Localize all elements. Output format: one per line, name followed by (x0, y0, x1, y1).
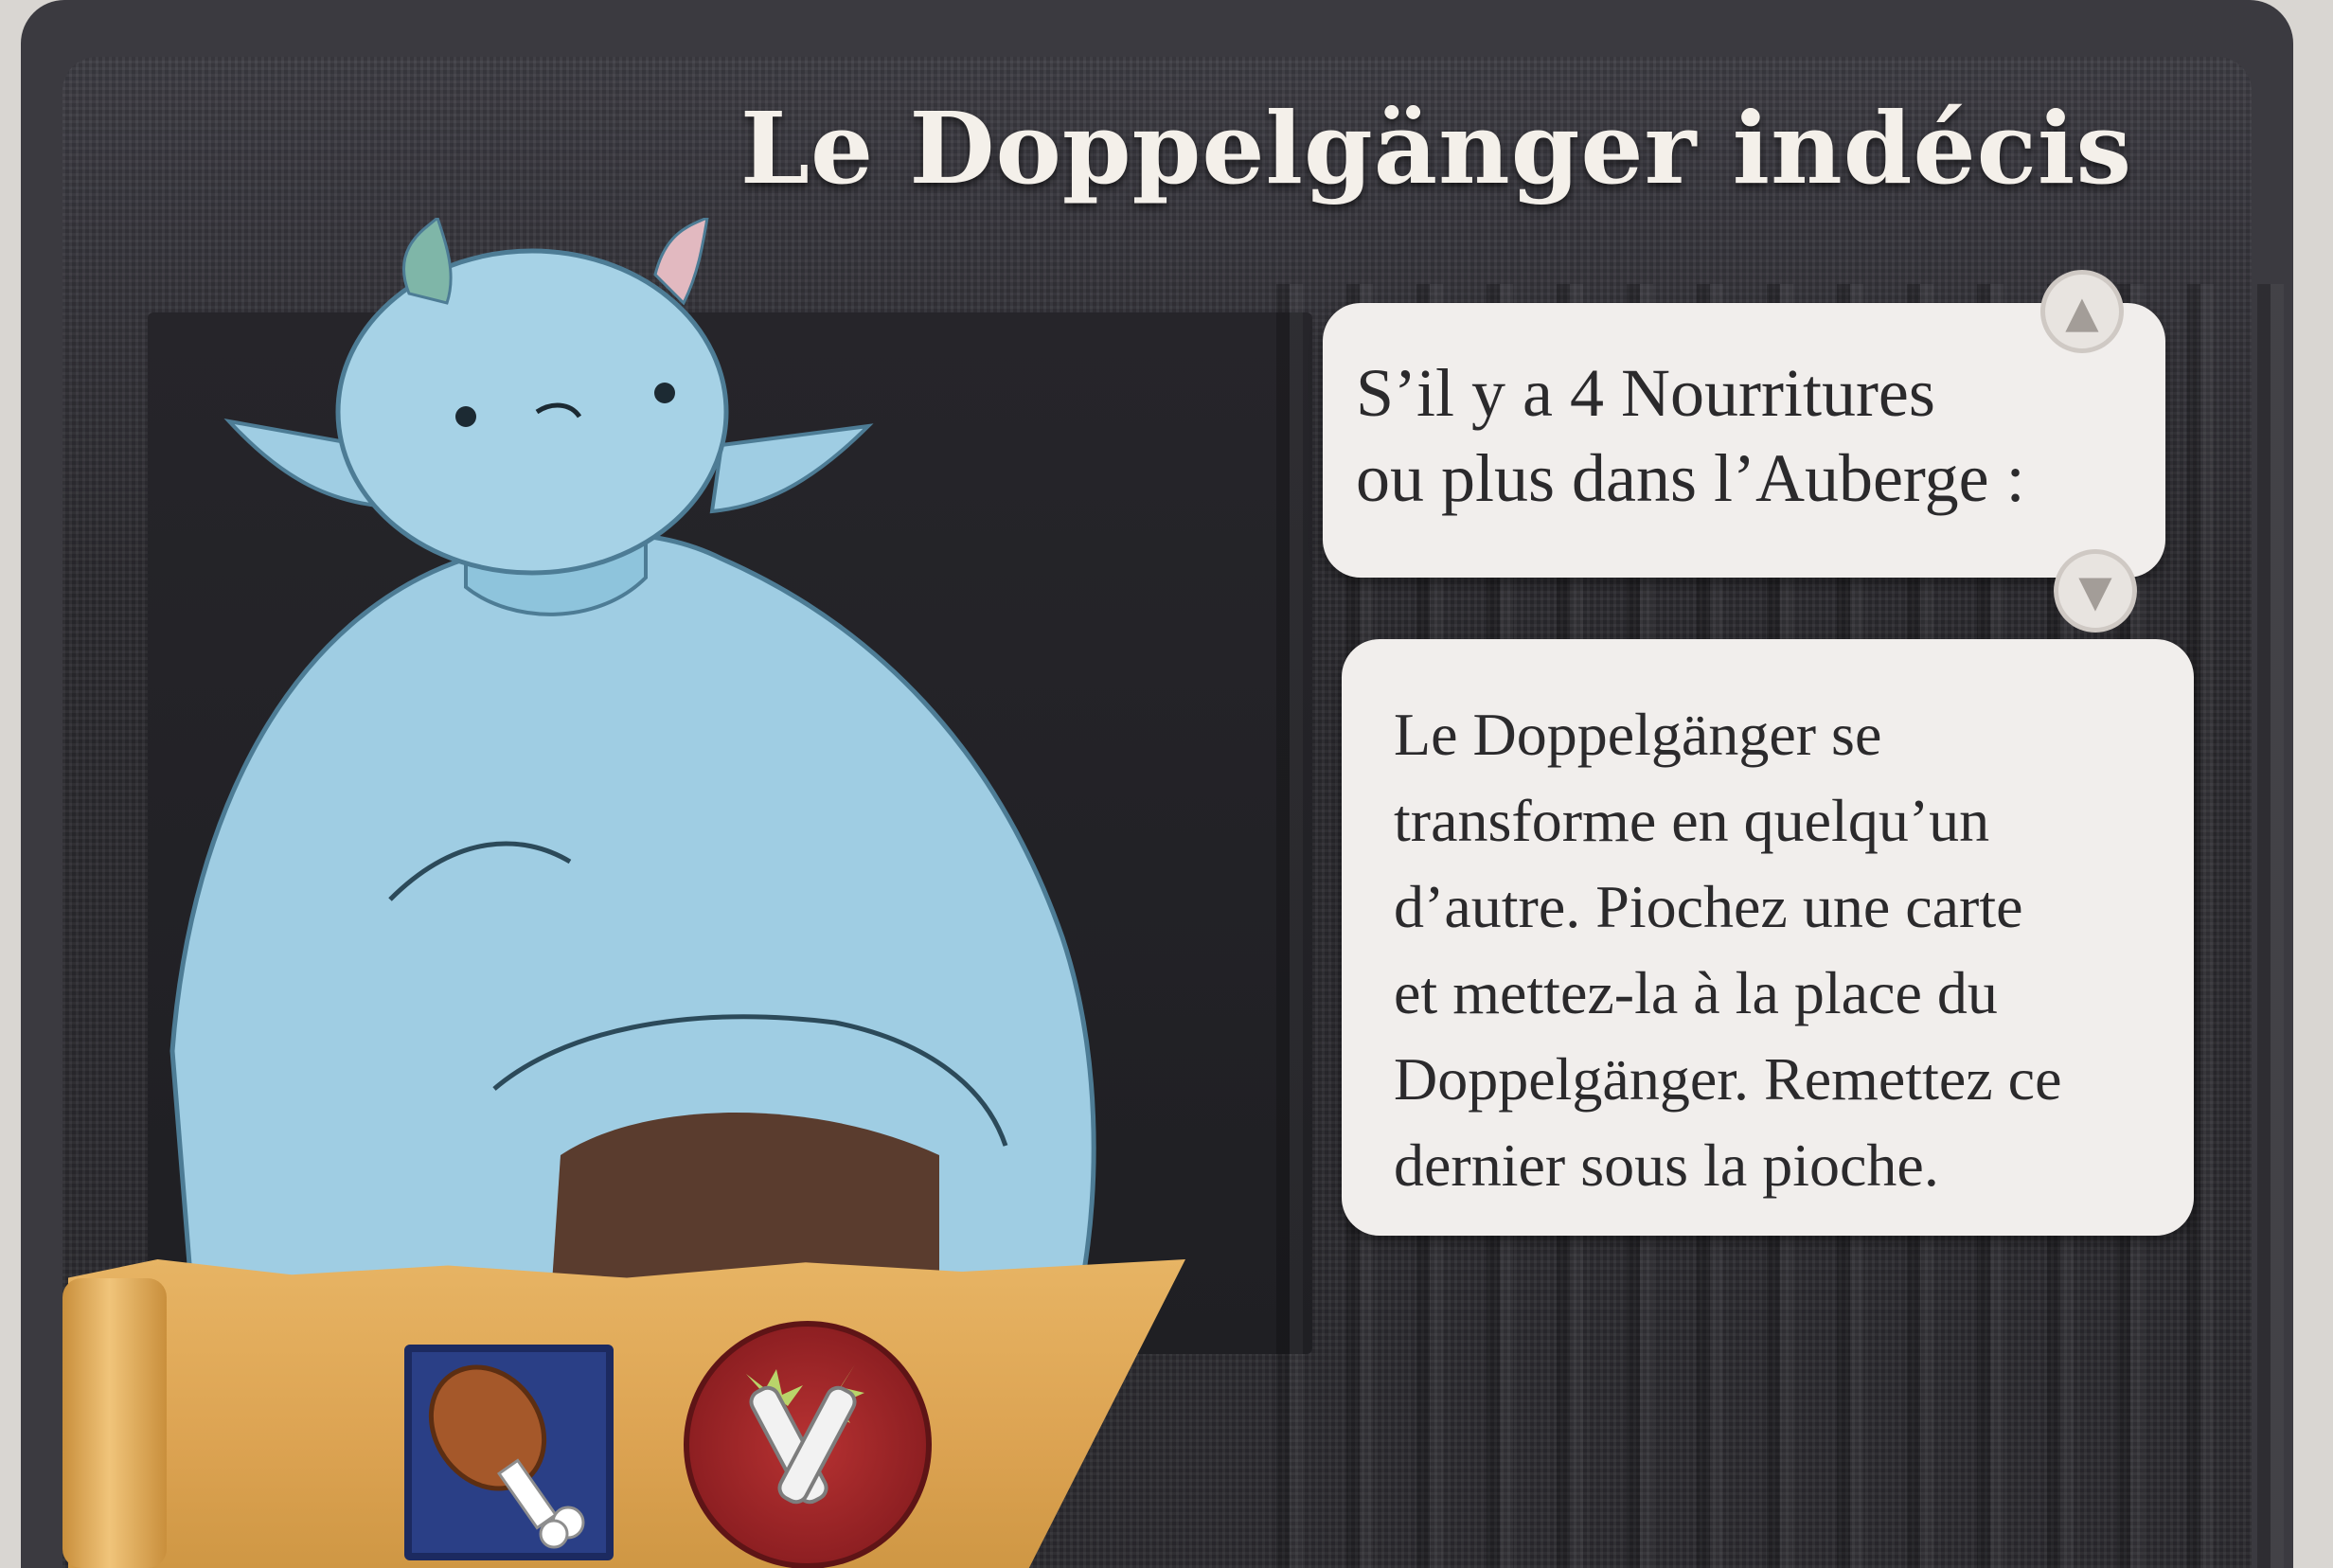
effect-line: d’autre. Piochez une carte (1394, 873, 2023, 940)
doppelganger-illustration (169, 218, 1096, 1297)
game-card: Le Doppelgänger indécis S’il y a 4 Nourr… (21, 0, 2293, 1568)
condition-box: S’il y a 4 Nourritures ou plus dans l’Au… (1323, 303, 2165, 578)
meat-drumstick-icon (404, 1345, 614, 1560)
condition-text: S’il y a 4 Nourritures ou plus dans l’Au… (1356, 350, 2025, 521)
effect-line: transforme en quelqu’un (1394, 787, 1990, 854)
crossed-swords-icon (684, 1321, 932, 1568)
condition-line: ou plus dans l’Auberge : (1356, 440, 2025, 516)
banner-scroll (68, 1259, 1185, 1568)
effect-line: Le Doppelgänger se (1394, 701, 1882, 768)
effect-box: Le Doppelgänger se transforme en quelqu’… (1342, 639, 2194, 1236)
effect-line: et mettez-la à la place du (1394, 959, 1998, 1026)
scroll-roll (62, 1278, 167, 1568)
arrow-down-icon: ▼ (2054, 549, 2137, 633)
arrow-up-icon: ▲ (2040, 270, 2124, 353)
effect-text: Le Doppelgänger se transforme en quelqu’… (1394, 691, 2061, 1208)
effect-line: dernier sous la pioche. (1394, 1131, 1939, 1199)
condition-line: S’il y a 4 Nourritures (1356, 355, 1935, 431)
effect-line: Doppelgänger. Remettez ce (1394, 1045, 2062, 1113)
card-title: Le Doppelgänger indécis (739, 90, 2132, 206)
